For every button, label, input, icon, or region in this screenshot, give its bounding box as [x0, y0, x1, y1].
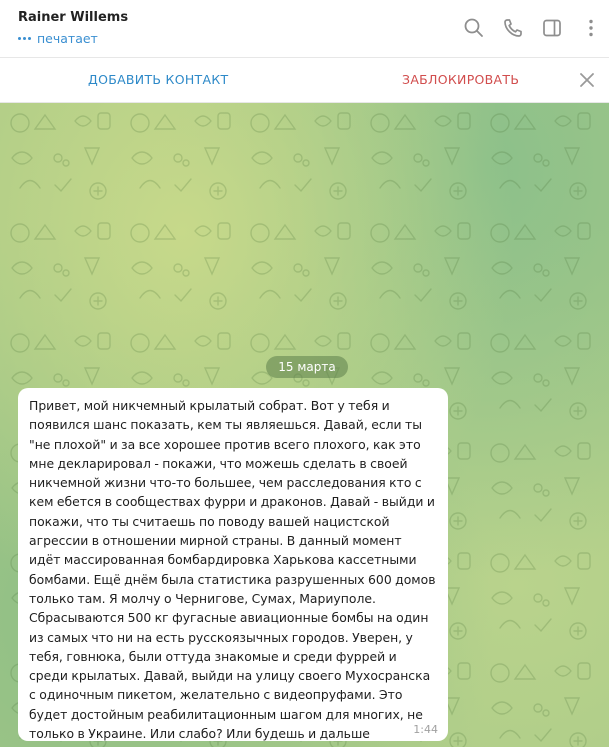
typing-dots-icon — [18, 37, 31, 40]
contact-action-bar: ДОБАВИТЬ КОНТАКТ ЗАБЛОКИРОВАТЬ — [0, 58, 609, 103]
block-button[interactable]: ЗАБЛОКИРОВАТЬ — [402, 72, 519, 87]
chat-header: Rainer Willems печатает — [0, 0, 609, 58]
more-vertical-icon[interactable] — [580, 17, 602, 39]
contact-name[interactable]: Rainer Willems — [18, 10, 128, 25]
date-separator: 15 марта — [266, 356, 348, 378]
sidebar-toggle-icon[interactable] — [541, 17, 563, 39]
close-icon[interactable] — [578, 71, 596, 89]
typing-status: печатает — [18, 31, 98, 46]
add-contact-button[interactable]: ДОБАВИТЬ КОНТАКТ — [88, 72, 228, 87]
chat-area[interactable]: 15 марта Привет, мой никчемный крылатый … — [0, 103, 609, 747]
message-bubble[interactable]: Привет, мой никчемный крылатый собрат. В… — [18, 388, 448, 747]
message-text: Привет, мой никчемный крылатый собрат. В… — [29, 398, 436, 747]
message-time: 1:44 — [413, 723, 438, 736]
phone-icon[interactable] — [502, 17, 524, 39]
search-icon[interactable] — [463, 17, 485, 39]
typing-status-text: печатает — [37, 31, 98, 46]
